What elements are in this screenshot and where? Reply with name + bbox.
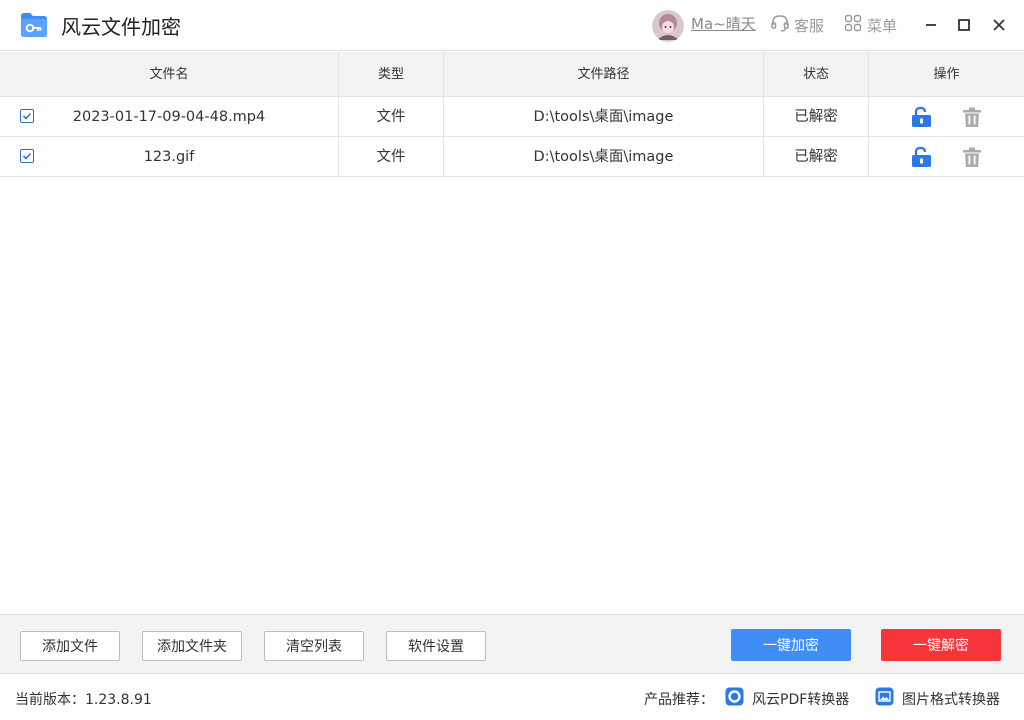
row-checkbox[interactable]: [20, 149, 34, 163]
maximize-button[interactable]: [953, 14, 975, 36]
service-button[interactable]: 客服: [770, 12, 824, 38]
header-type: 类型: [339, 52, 444, 97]
header-path: 文件路径: [444, 52, 764, 97]
image-converter-icon: [875, 687, 902, 710]
table-row[interactable]: 123.gif 文件 D:\tools\桌面\image 已解密: [0, 137, 1024, 177]
cell-filename: 2023-01-17-09-04-48.mp4: [0, 97, 339, 137]
row-checkbox[interactable]: [20, 109, 34, 123]
table-header: 文件名 类型 文件路径 状态 操作: [0, 52, 1024, 97]
cell-path: D:\tools\桌面\image: [444, 97, 764, 137]
minimize-button[interactable]: [920, 14, 942, 36]
version-text: 当前版本：1.23.8.91: [15, 692, 152, 708]
header-filename: 文件名: [0, 52, 339, 97]
trash-icon[interactable]: [961, 106, 983, 128]
cell-filename: 123.gif: [0, 137, 339, 177]
rec-image-label: 图片格式转换器: [902, 691, 1000, 708]
headset-icon: [770, 13, 794, 37]
recommend-label: 产品推荐：: [644, 692, 714, 708]
add-file-button[interactable]: 添加文件: [20, 631, 120, 661]
unlock-icon[interactable]: [910, 106, 932, 128]
cell-ops: [869, 97, 1024, 137]
file-list: 2023-01-17-09-04-48.mp4 文件 D:\tools\桌面\i…: [0, 97, 1024, 177]
header-status: 状态: [764, 52, 869, 97]
cell-type: 文件: [339, 97, 444, 137]
folder-key-icon: [19, 10, 49, 40]
menu-label: 菜单: [867, 16, 898, 35]
avatar[interactable]: [652, 10, 684, 42]
pdf-converter-icon: [725, 687, 752, 710]
rec-pdf-link[interactable]: 风云PDF转换器: [725, 687, 849, 710]
close-button[interactable]: [988, 14, 1010, 36]
grid-icon: [843, 13, 867, 37]
settings-button[interactable]: 软件设置: [386, 631, 486, 661]
cell-status: 已解密: [764, 137, 869, 177]
title-bar: 风云文件加密 Ma~晴天 客服 菜单: [0, 0, 1024, 51]
menu-button[interactable]: 菜单: [843, 12, 897, 38]
add-folder-button[interactable]: 添加文件夹: [142, 631, 242, 661]
filename-text: 123.gif: [143, 149, 195, 165]
cell-status: 已解密: [764, 97, 869, 137]
unlock-icon[interactable]: [910, 146, 932, 168]
cell-ops: [869, 137, 1024, 177]
cell-path: D:\tools\桌面\image: [444, 137, 764, 177]
filename-text: 2023-01-17-09-04-48.mp4: [72, 109, 266, 125]
app-title: 风云文件加密: [61, 15, 181, 39]
rec-image-link[interactable]: 图片格式转换器: [875, 687, 1000, 710]
clear-list-button[interactable]: 清空列表: [264, 631, 364, 661]
username-link[interactable]: Ma~晴天: [691, 14, 756, 34]
table-row[interactable]: 2023-01-17-09-04-48.mp4 文件 D:\tools\桌面\i…: [0, 97, 1024, 137]
cell-type: 文件: [339, 137, 444, 177]
header-ops: 操作: [933, 67, 960, 82]
service-label: 客服: [794, 16, 825, 35]
encrypt-all-button[interactable]: 一键加密: [731, 629, 851, 661]
status-bar: 当前版本：1.23.8.91 产品推荐： 风云PDF转换器 图片格式转换器: [0, 675, 1024, 720]
rec-pdf-label: 风云PDF转换器: [752, 691, 850, 708]
decrypt-all-button[interactable]: 一键解密: [881, 629, 1001, 661]
trash-icon[interactable]: [961, 146, 983, 168]
bottom-toolbar: 添加文件 添加文件夹 清空列表 软件设置 一键加密 一键解密: [0, 614, 1024, 674]
